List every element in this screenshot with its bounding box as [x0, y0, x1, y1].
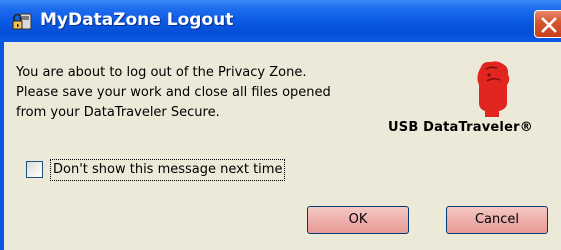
message-line: from your DataTraveler Secure. [16, 105, 220, 120]
close-x-icon [541, 17, 557, 33]
dont-show-label[interactable]: Don't show this message next time [50, 159, 286, 181]
ok-button[interactable]: OK [307, 206, 409, 234]
datatraveler-logo: USB DataTraveler® [388, 59, 561, 145]
dialog-body: You are about to log out of the Privacy … [4, 42, 561, 250]
message-line: Please save your work and close all file… [16, 85, 331, 100]
logout-dialog: MyDataZone Logout You are about to log o… [0, 0, 561, 250]
dont-show-checkbox[interactable] [26, 161, 43, 178]
message-text: You are about to log out of the Privacy … [16, 63, 376, 123]
kingston-logo-icon [477, 61, 510, 117]
logo-text: USB DataTraveler® [388, 120, 533, 135]
close-button[interactable] [534, 10, 561, 38]
title-bar[interactable]: MyDataZone Logout [0, 0, 561, 42]
message-line: You are about to log out of the Privacy … [16, 65, 307, 80]
cancel-button[interactable]: Cancel [446, 206, 548, 234]
padlock-drive-icon [12, 13, 32, 30]
window-title: MyDataZone Logout [40, 10, 234, 30]
